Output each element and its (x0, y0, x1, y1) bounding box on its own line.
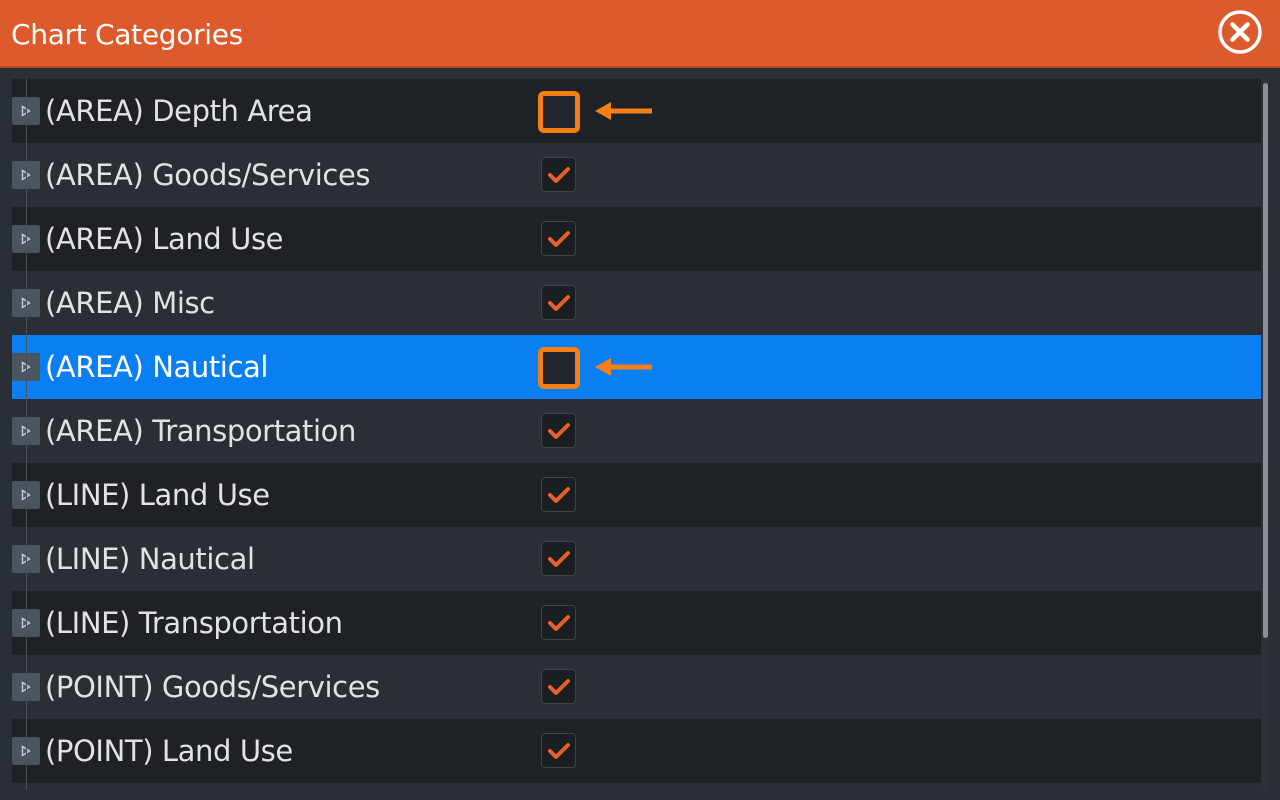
category-checkbox[interactable] (541, 541, 576, 576)
category-row[interactable]: (LINE) Transportation (12, 591, 1261, 655)
category-row[interactable]: (AREA) Goods/Services (12, 143, 1261, 207)
category-label: (LINE) Transportation (45, 606, 343, 640)
category-row[interactable]: (LINE) Nautical (12, 527, 1261, 591)
category-label: (LINE) Nautical (45, 542, 255, 576)
category-list: (AREA) Depth Area (AREA) Goods/Services (A… (12, 79, 1261, 790)
category-label: (AREA) Goods/Services (45, 158, 371, 192)
category-checkbox[interactable] (538, 347, 580, 389)
category-row[interactable]: (AREA) Land Use (12, 207, 1261, 271)
category-checkbox[interactable] (541, 221, 576, 256)
category-checkbox[interactable] (541, 477, 576, 512)
checkmark-icon (548, 423, 570, 439)
checkmark-icon (548, 487, 570, 503)
category-label: (AREA) Misc (45, 286, 215, 320)
checkmark-icon (548, 743, 570, 759)
dialog-title: Chart Categories (11, 18, 243, 51)
checkmark-icon (548, 231, 570, 247)
category-checkbox[interactable] (538, 91, 580, 133)
checkmark-icon (548, 551, 570, 567)
checkmark-icon (548, 167, 570, 183)
category-label: (AREA) Land Use (45, 222, 284, 256)
category-checkbox[interactable] (541, 733, 576, 768)
category-checkbox[interactable] (541, 157, 576, 192)
pointer-arrow-icon (595, 358, 652, 376)
category-checkbox[interactable] (541, 669, 576, 704)
category-label: (POINT) Goods/Services (45, 670, 380, 704)
pointer-arrow-icon (595, 102, 652, 120)
category-checkbox[interactable] (541, 285, 576, 320)
checkmark-icon (548, 615, 570, 631)
category-row[interactable]: (LINE) Land Use (12, 463, 1261, 527)
scrollbar-thumb[interactable] (1263, 83, 1268, 638)
category-row[interactable]: (POINT) Goods/Services (12, 655, 1261, 719)
category-row[interactable]: (AREA) Misc (12, 271, 1261, 335)
category-label: (LINE) Land Use (45, 478, 270, 512)
close-icon (1218, 10, 1262, 54)
close-button[interactable] (1217, 9, 1263, 55)
category-label: (AREA) Transportation (45, 414, 356, 448)
dialog-titlebar: Chart Categories (0, 0, 1280, 68)
category-label: (POINT) Land Use (45, 734, 293, 768)
category-label: (AREA) Nautical (45, 350, 269, 384)
checkmark-icon (548, 295, 570, 311)
tree-guide-line (26, 79, 27, 790)
category-checkbox[interactable] (541, 413, 576, 448)
category-checkbox[interactable] (541, 605, 576, 640)
checkmark-icon (548, 679, 570, 695)
category-row[interactable]: (AREA) Transportation (12, 399, 1261, 463)
category-row[interactable]: (AREA) Nautical (12, 335, 1261, 399)
category-label: (AREA) Depth Area (45, 94, 313, 128)
category-row[interactable]: (POINT) Land Use (12, 719, 1261, 783)
category-row[interactable]: (AREA) Depth Area (12, 79, 1261, 143)
